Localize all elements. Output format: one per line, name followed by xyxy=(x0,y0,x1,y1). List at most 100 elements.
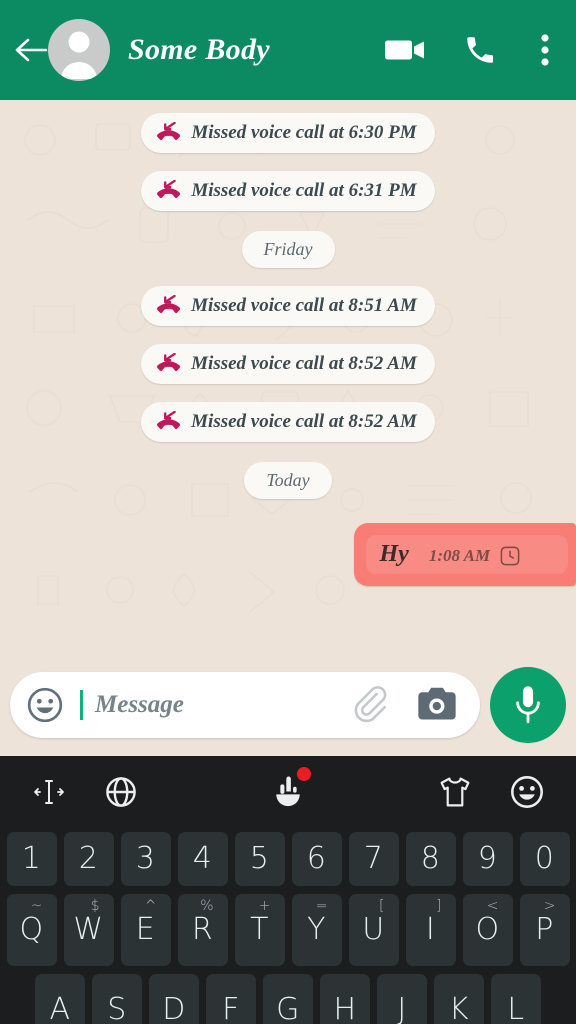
message-input-bar: Message xyxy=(0,660,576,756)
key-label: A xyxy=(49,992,71,1024)
key-label: D xyxy=(162,992,186,1024)
outgoing-message-bubble[interactable]: Hy 1:08 AM xyxy=(353,523,576,586)
key-label: F xyxy=(222,992,240,1024)
missed-call-icon xyxy=(157,295,181,314)
key-label: T xyxy=(250,912,269,947)
key-h[interactable]: H& xyxy=(320,974,370,1024)
missed-call-label: Missed voice call at 8:51 AM xyxy=(191,295,417,316)
key-label: Q xyxy=(19,912,44,947)
t-shirt-theme-icon xyxy=(440,777,470,807)
language-switch-button[interactable] xyxy=(98,769,144,815)
key-p[interactable]: > P xyxy=(519,894,570,966)
missed-call-icon xyxy=(157,122,181,141)
key-1[interactable]: 1 xyxy=(6,832,57,886)
key-l[interactable]: L" xyxy=(491,974,541,1024)
text-cursor-button[interactable] xyxy=(26,769,72,815)
key-s[interactable]: S_ xyxy=(92,974,142,1024)
message-input[interactable]: Message xyxy=(93,691,342,719)
keyboard-asdf-row: A\ S_ D( F: G) H& J# K* L" xyxy=(0,970,576,1024)
key-alt-label: + xyxy=(258,898,271,914)
chat-message-area: Missed voice call at 6:30 PM Missed voic… xyxy=(0,100,576,660)
key-a[interactable]: A\ xyxy=(35,974,85,1024)
key-o[interactable]: < O xyxy=(462,894,513,966)
video-call-button[interactable] xyxy=(380,37,430,63)
camera-button[interactable] xyxy=(416,685,458,725)
key-j[interactable]: J# xyxy=(377,974,427,1024)
key-alt-label: ^ xyxy=(144,898,157,914)
message-text: Hy xyxy=(379,541,409,567)
missed-call-label: Missed voice call at 6:31 PM xyxy=(191,180,417,201)
key-alt-label: = xyxy=(315,898,328,914)
gesture-typing-button[interactable] xyxy=(265,767,311,815)
key-g[interactable]: G) xyxy=(263,974,313,1024)
key-6[interactable]: 6 xyxy=(291,832,342,886)
key-label: W xyxy=(73,912,104,947)
key-9[interactable]: 9 xyxy=(462,832,513,886)
key-label: 7 xyxy=(363,841,384,876)
keyboard-number-row: 1 2 3 4 5 6 7 8 9 0 xyxy=(0,828,576,890)
key-y[interactable]: = Y xyxy=(291,894,342,966)
overflow-menu-button[interactable] xyxy=(528,33,562,67)
missed-call-pill[interactable]: Missed voice call at 6:30 PM xyxy=(141,113,435,153)
missed-call-label: Missed voice call at 8:52 AM xyxy=(191,353,417,374)
key-label: J xyxy=(397,992,407,1024)
theme-sticker-button[interactable] xyxy=(432,769,478,815)
camera-icon xyxy=(418,687,456,720)
key-label: K xyxy=(448,992,470,1024)
missed-call-pill[interactable]: Missed voice call at 8:52 AM xyxy=(141,402,435,442)
back-button[interactable] xyxy=(10,29,52,71)
key-d[interactable]: D( xyxy=(149,974,199,1024)
missed-call-icon xyxy=(157,180,181,199)
key-4[interactable]: 4 xyxy=(177,832,228,886)
key-label: 1 xyxy=(21,841,42,876)
key-label: 4 xyxy=(192,841,213,876)
page-title[interactable]: Some Body xyxy=(128,33,380,67)
key-label: R xyxy=(191,912,214,947)
emoji-smiley-icon xyxy=(27,687,63,723)
key-w[interactable]: $ W xyxy=(63,894,114,966)
voice-record-button[interactable] xyxy=(490,667,566,743)
key-t[interactable]: + T xyxy=(234,894,285,966)
emoji-button[interactable] xyxy=(26,686,64,724)
key-label: O xyxy=(475,912,500,947)
key-u[interactable]: [U xyxy=(348,894,399,966)
key-alt-label: $ xyxy=(90,898,100,914)
key-f[interactable]: F: xyxy=(206,974,256,1024)
key-e[interactable]: ^ E xyxy=(120,894,171,966)
missed-call-pill[interactable]: Missed voice call at 8:51 AM xyxy=(141,286,435,326)
text-cursor-icon xyxy=(34,780,64,804)
key-label: E xyxy=(135,912,156,947)
key-3[interactable]: 3 xyxy=(120,832,171,886)
video-call-icon xyxy=(385,40,424,60)
key-label: H xyxy=(333,992,357,1024)
missed-call-pill[interactable]: Missed voice call at 6:31 PM xyxy=(141,171,435,211)
key-alt-label: < xyxy=(486,898,499,914)
key-label: 5 xyxy=(249,841,270,876)
message-input-container[interactable]: Message xyxy=(10,672,480,738)
text-caret xyxy=(80,690,83,720)
key-k[interactable]: K* xyxy=(434,974,484,1024)
key-7[interactable]: 7 xyxy=(348,832,399,886)
key-5[interactable]: 5 xyxy=(234,832,285,886)
back-arrow-icon xyxy=(15,38,48,62)
key-8[interactable]: 8 xyxy=(405,832,456,886)
clock-pending-icon xyxy=(500,546,520,566)
key-i[interactable]: ] I xyxy=(405,894,456,966)
keyboard-emoji-button[interactable] xyxy=(504,769,550,815)
avatar[interactable] xyxy=(48,19,110,81)
attach-button[interactable] xyxy=(352,684,394,726)
keyboard-qwerty-row: ~ Q $ W ^ E % R + T = Y [U ] I < O > P xyxy=(0,890,576,970)
emoji-smiley-icon xyxy=(511,776,543,808)
missed-call-pill[interactable]: Missed voice call at 8:52 AM xyxy=(141,344,435,384)
key-q[interactable]: ~ Q xyxy=(6,894,57,966)
notification-badge xyxy=(297,767,311,781)
key-2[interactable]: 2 xyxy=(63,832,114,886)
message-timestamp: 1:08 AM xyxy=(428,546,491,565)
key-label: I xyxy=(425,912,436,947)
missed-call-label: Missed voice call at 6:30 PM xyxy=(191,122,417,143)
outgoing-message-row: Hy 1:08 AM xyxy=(0,523,576,586)
message-meta: 1:08 AM xyxy=(429,546,534,566)
voice-call-button[interactable] xyxy=(454,33,506,67)
key-r[interactable]: % R xyxy=(177,894,228,966)
key-0[interactable]: 0 xyxy=(519,832,570,886)
